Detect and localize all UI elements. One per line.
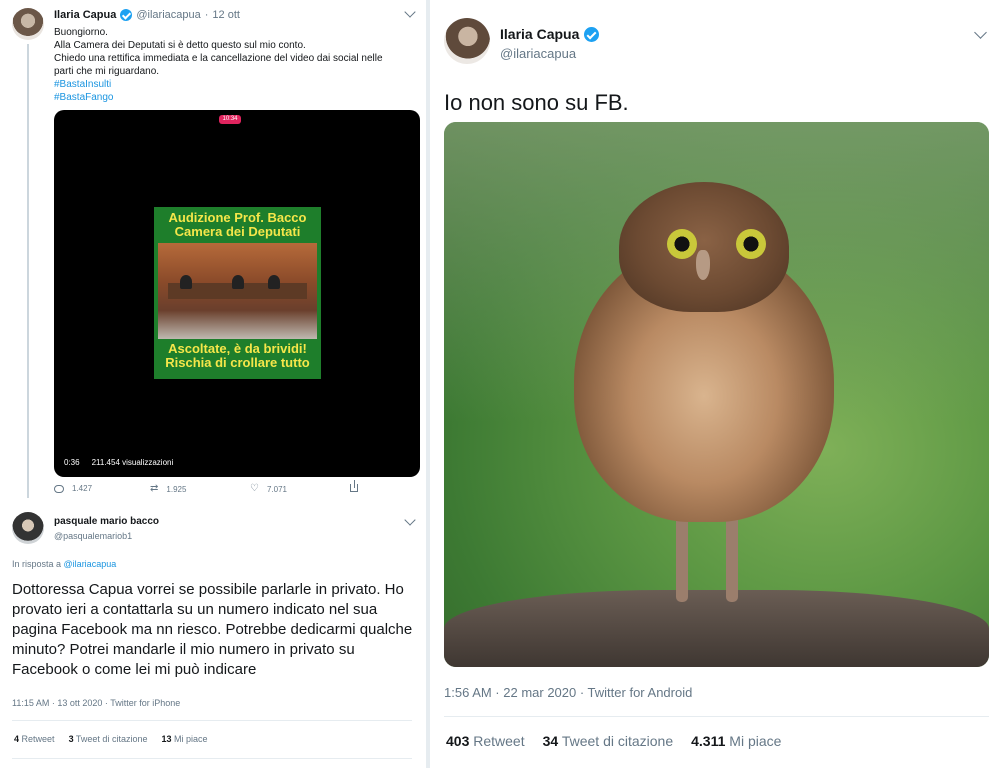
- share-button[interactable]: [350, 480, 358, 492]
- dot-separator: ·: [204, 9, 209, 21]
- likes-count: 13: [161, 734, 172, 744]
- avatar[interactable]: [444, 18, 490, 64]
- avatar[interactable]: [12, 8, 44, 40]
- quotes-count: 3: [68, 734, 74, 744]
- video-title-line: Camera dei Deputati: [174, 224, 301, 239]
- scene-person: [232, 275, 244, 289]
- left-panel: Ilaria Capua @ilariacapua · 12 ott Buong…: [0, 0, 426, 768]
- thread-line: [27, 44, 29, 498]
- tweet-line: Buongiorno.: [54, 27, 108, 38]
- video-title: Audizione Prof. Bacco Camera dei Deputat…: [154, 211, 321, 239]
- tweet-text: Buongiorno. Alla Camera dei Deputati si …: [54, 26, 414, 104]
- quotes-stat[interactable]: 34 Tweet di citazione: [543, 733, 674, 749]
- reply-prefix: In risposta a: [12, 559, 62, 569]
- heart-icon: ♡: [250, 483, 259, 494]
- tweet-header: Ilaria Capua @ilariacapua · 12 ott: [54, 9, 240, 21]
- reply-to-link[interactable]: @ilariacapua: [64, 559, 117, 569]
- video-subtitle-line: Rischia di crollare tutto: [165, 355, 310, 370]
- tweet-stats: 4 Retweet 3 Tweet di citazione 13 Mi pia…: [14, 734, 208, 744]
- quotes-stat[interactable]: 3 Tweet di citazione: [69, 734, 148, 744]
- quotes-label: Tweet di citazione: [561, 733, 674, 749]
- tweet-meta[interactable]: 11:15 AM · 13 ott 2020 · Twitter for iPh…: [12, 698, 180, 708]
- video-player[interactable]: 10:34 Audizione Prof. Bacco Camera dei D…: [54, 110, 420, 477]
- owl-eye: [736, 229, 766, 259]
- likes-label: Mi piace: [729, 733, 782, 749]
- likes-label: Mi piace: [174, 734, 208, 744]
- like-button[interactable]: ♡ 7.071: [250, 484, 287, 494]
- video-frame: Audizione Prof. Bacco Camera dei Deputat…: [154, 207, 321, 379]
- chevron-down-icon[interactable]: [404, 6, 416, 18]
- video-duration: 0:36: [64, 458, 80, 467]
- video-subtitle-line: Ascoltate, è da brividi!: [168, 341, 307, 356]
- likes-count: 4.311: [691, 733, 726, 749]
- reply-icon: [54, 484, 64, 493]
- tweet-text: Io non sono su FB.: [444, 90, 629, 115]
- tweet-header: Ilaria Capua: [500, 26, 600, 42]
- tweet-actions: 1.427 ⇄ 1.925 ♡ 7.071: [54, 480, 374, 498]
- divider: [12, 720, 412, 721]
- video-views: 211.454 visualizzazioni: [91, 458, 174, 467]
- tweet-photo[interactable]: [444, 122, 989, 667]
- tweet-text: Dottoressa Capua vorrei se possibile par…: [12, 581, 413, 678]
- hashtag-link[interactable]: #BastaFango: [54, 91, 414, 104]
- likes-stat[interactable]: 13 Mi piace: [161, 734, 207, 744]
- author-handle[interactable]: @pasqualemariob1: [54, 531, 132, 541]
- quotes-label: Tweet di citazione: [75, 734, 148, 744]
- like-count: 7.071: [266, 484, 287, 494]
- retweets-stat[interactable]: 403 Retweet: [446, 733, 525, 749]
- tweet-meta[interactable]: 1:56 AM · 22 mar 2020 · Twitter for Andr…: [444, 685, 692, 700]
- owl-beak: [696, 250, 710, 280]
- reply-context: In risposta a @ilariacapua: [12, 559, 116, 569]
- tweet-date[interactable]: 12 ott: [212, 9, 240, 21]
- quotes-count: 34: [542, 733, 559, 749]
- tweet-line: Alla Camera dei Deputati si è detto ques…: [54, 40, 306, 51]
- video-badge: 10:34: [219, 115, 241, 124]
- retweet-count: 1.925: [166, 484, 187, 494]
- retweet-icon: ⇄: [150, 483, 159, 494]
- author-name[interactable]: pasquale mario bacco: [54, 516, 159, 527]
- tweet-line: Chiedo una rettifica immediata e la canc…: [54, 53, 383, 64]
- tweet-line: parti che mi riguardano.: [54, 66, 160, 77]
- video-title-line: Audizione Prof. Bacco: [168, 210, 307, 225]
- likes-stat[interactable]: 4.311 Mi piace: [691, 733, 781, 749]
- owl-eye: [667, 229, 697, 259]
- video-scene: [158, 243, 317, 339]
- author-handle[interactable]: @ilariacapua: [500, 46, 576, 61]
- retweets-label: Retweet: [473, 733, 525, 749]
- retweets-count: 403: [446, 733, 470, 749]
- author-name[interactable]: Ilaria Capua: [54, 9, 116, 21]
- avatar[interactable]: [12, 512, 44, 544]
- tweet-stats: 403 Retweet 34 Tweet di citazione 4.311 …: [446, 733, 781, 749]
- photo-rock: [444, 590, 989, 667]
- divider: [12, 758, 412, 759]
- retweets-stat[interactable]: 4 Retweet: [14, 734, 55, 744]
- chevron-down-icon[interactable]: [404, 514, 416, 526]
- author-handle[interactable]: @ilariacapua: [136, 9, 200, 21]
- scene-person: [180, 275, 192, 289]
- retweet-button[interactable]: ⇄ 1.925: [150, 484, 186, 494]
- retweets-count: 4: [14, 734, 20, 744]
- reply-button[interactable]: 1.427: [54, 484, 92, 493]
- share-icon: [350, 480, 358, 492]
- hashtag-link[interactable]: #BastaInsulti: [54, 78, 414, 91]
- verified-badge-icon: [584, 26, 600, 42]
- chevron-down-icon[interactable]: [974, 26, 987, 39]
- verified-badge-icon: [120, 9, 133, 21]
- retweets-label: Retweet: [21, 734, 55, 744]
- video-meta: 0:36 211.454 visualizzazioni: [64, 458, 173, 467]
- right-panel: Ilaria Capua @ilariacapua Io non sono su…: [430, 0, 1003, 768]
- author-name[interactable]: Ilaria Capua: [500, 26, 579, 42]
- scene-person: [268, 275, 280, 289]
- video-subtitle: Ascoltate, è da brividi! Rischia di crol…: [154, 342, 321, 370]
- divider: [444, 716, 989, 717]
- reply-count: 1.427: [72, 484, 93, 493]
